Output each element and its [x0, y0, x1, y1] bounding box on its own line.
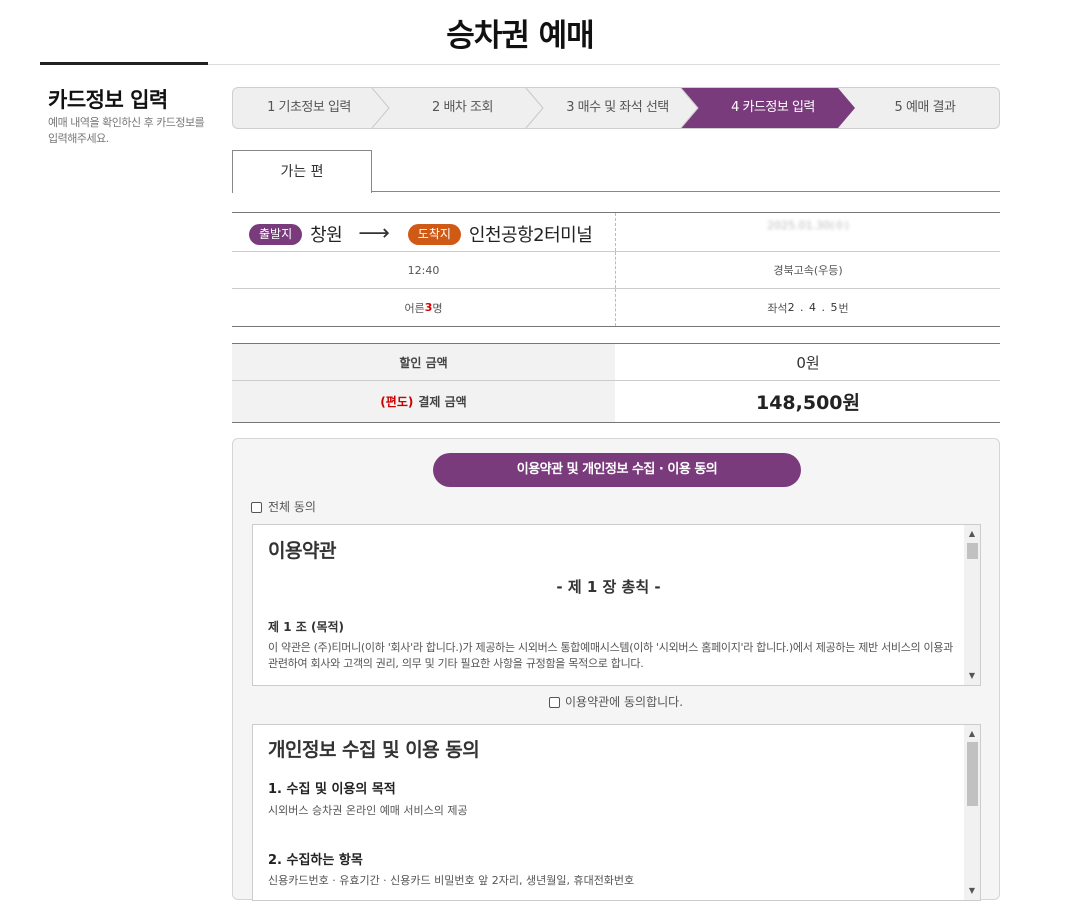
seat-list: 2 . 4 . 5 — [787, 301, 839, 314]
agree-all[interactable]: 전체 동의 — [251, 498, 316, 515]
agree-all-checkbox[interactable] — [251, 502, 262, 513]
terms-scrollbar[interactable]: ▲ ▼ — [964, 525, 980, 685]
departure-terminal: 창원 — [310, 225, 343, 246]
route-row: 출발지 창원 ⟶ 도착지 인천공항2터미널 2025.01.30(수) — [232, 212, 1000, 252]
departure-time: 12:40 — [407, 263, 440, 277]
departure-date-cell: 2025.01.30(수) — [616, 213, 1000, 251]
privacy-section2-body: 신용카드번호 · 유효기간 · 신용카드 비밀번호 앞 2자리, 생년월일, 휴… — [268, 874, 635, 887]
scroll-up-icon[interactable]: ▲ — [964, 727, 980, 741]
bus-company: 경북고속(우등) — [773, 264, 843, 277]
terms-agree[interactable]: 이용약관에 동의합니다. — [233, 693, 999, 710]
passenger-unit: 명 — [432, 301, 443, 315]
privacy-scrollbar[interactable]: ▲ ▼ — [964, 725, 980, 900]
passenger-count: 어른 3 명 — [232, 289, 615, 326]
privacy-title: 개인정보 수집 및 이용 동의 — [268, 739, 480, 761]
agreement-panel: 이용약관 및 개인정보 수집 · 이용 동의 전체 동의 이용약관 - 제 1 … — [232, 438, 1000, 901]
passenger-type: 어른 — [404, 301, 425, 315]
step-card-info: 4 카드정보 입력 — [731, 100, 815, 115]
arrival-badge: 도착지 — [407, 223, 461, 245]
terms-article-body: 이 약관은 (주)티머니(이하 '회사'라 합니다.)가 제공하는 시외버스 통… — [268, 641, 954, 670]
terms-title: 이용약관 — [268, 540, 336, 562]
payment-amount: 148,500원 — [755, 392, 861, 414]
terms-agree-label: 이용약관에 동의합니다. — [564, 695, 684, 709]
section-description: 예매 내역을 확인하신 후 카드정보를 입력해주세요. — [48, 116, 205, 145]
privacy-section1-title: 1. 수집 및 이용의 목적 — [268, 782, 396, 797]
departure-badge: 출발지 — [249, 223, 303, 245]
discount-label: 할인 금액 — [232, 344, 615, 380]
terms-box[interactable]: 이용약관 - 제 1 장 총칙 - 제 1 조 (목적) 이 약관은 (주)티머… — [252, 524, 981, 686]
terms-chapter: - 제 1 장 총칙 - — [556, 578, 661, 596]
privacy-box[interactable]: 개인정보 수집 및 이용 동의 1. 수집 및 이용의 목적 시외버스 승차권 … — [252, 724, 981, 901]
arrival-terminal: 인천공항2터미널 — [468, 225, 593, 246]
seat-unit: 번 — [838, 301, 849, 315]
scroll-down-icon[interactable]: ▼ — [964, 669, 980, 683]
section-title: 카드정보 입력 — [48, 88, 168, 112]
agree-all-label: 전체 동의 — [268, 500, 316, 514]
step-basic-info: 1 기초정보 입력 — [267, 100, 351, 115]
step-result: 5 예매 결과 — [894, 100, 956, 115]
scroll-up-icon[interactable]: ▲ — [964, 527, 980, 541]
step-schedule: 2 배차 조회 — [432, 100, 493, 115]
passenger-row: 어른 3 명 좌석 2 . 4 . 5 번 — [232, 289, 1000, 327]
privacy-scroll-thumb[interactable] — [967, 742, 978, 806]
page-title: 승차권 예매 — [446, 18, 594, 54]
terms-agree-checkbox[interactable] — [548, 697, 560, 708]
terms-scroll-thumb[interactable] — [967, 543, 978, 559]
payment-row: (편도) 결제 금액 148,500원 — [232, 381, 1000, 422]
oneway-tag: (편도) — [380, 395, 414, 409]
arrow-right-icon: ⟶ — [358, 221, 390, 246]
discount-amount: 0원 — [796, 353, 820, 372]
privacy-section2-title: 2. 수집하는 항목 — [268, 853, 363, 868]
time-row: 12:40 경북고속(우등) — [232, 252, 1000, 289]
terms-article-title: 제 1 조 (목적) — [268, 620, 345, 634]
route: 출발지 창원 ⟶ 도착지 인천공항2터미널 — [249, 221, 600, 247]
seat-numbers: 좌석 2 . 4 . 5 번 — [616, 289, 1000, 326]
seat-label: 좌석 — [767, 301, 788, 315]
departure-date: 2025.01.30(수) — [767, 219, 849, 232]
trip-info-table: 출발지 창원 ⟶ 도착지 인천공항2터미널 2025.01.30(수) 12:4… — [232, 212, 1000, 327]
step-seat-select: 3 매수 및 좌석 선택 — [566, 100, 669, 115]
tab-outbound[interactable]: 가는 편 — [232, 150, 372, 193]
privacy-section1-body: 시외버스 승차권 온라인 예매 서비스의 제공 — [268, 804, 468, 817]
fare-table: 할인 금액 0원 (편도) 결제 금액 148,500원 — [232, 343, 1000, 423]
payment-label-cell: (편도) 결제 금액 — [232, 381, 615, 422]
passenger-number: 3 — [424, 301, 433, 314]
payment-label: 결제 금액 — [418, 395, 467, 409]
discount-row: 할인 금액 0원 — [232, 344, 1000, 381]
agreement-header: 이용약관 및 개인정보 수집 · 이용 동의 — [433, 453, 801, 487]
section-divider-accent — [40, 62, 208, 65]
scroll-down-icon[interactable]: ▼ — [964, 884, 980, 898]
progress-steps: 1 기초정보 입력 2 배차 조회 3 매수 및 좌석 선택 4 카드정보 입력… — [232, 87, 1000, 129]
